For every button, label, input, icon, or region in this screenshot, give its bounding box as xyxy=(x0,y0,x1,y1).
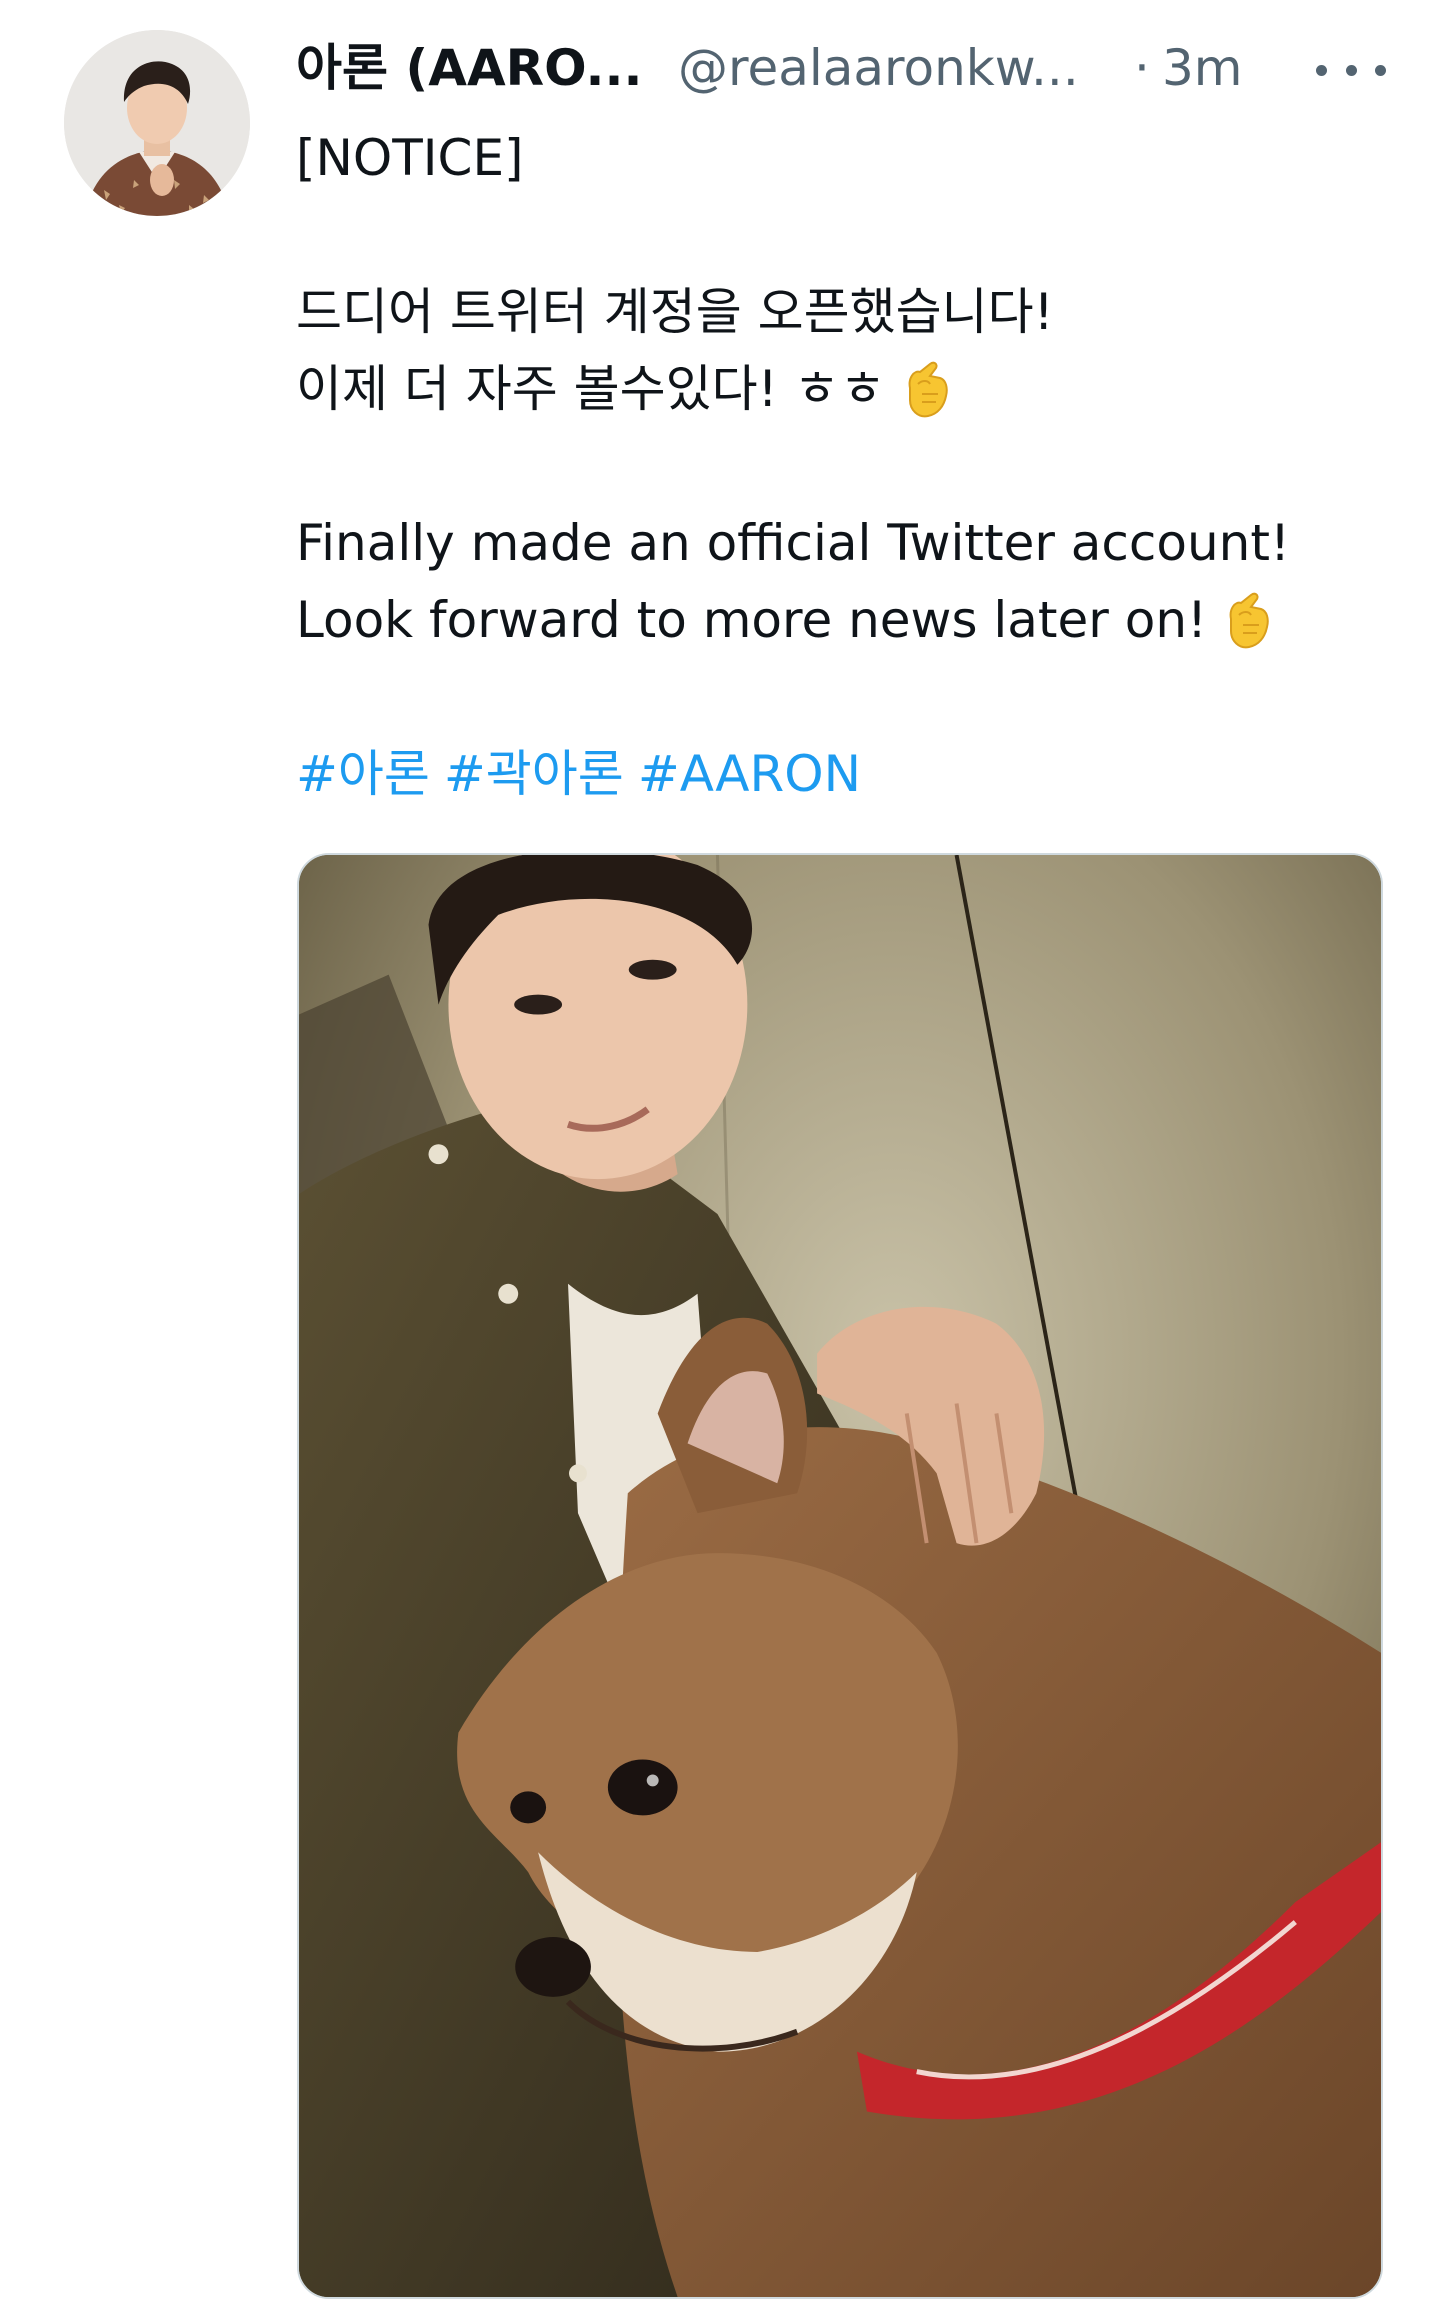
tweet-header: 아론 (AARO... @realaaronkw... · 3m xyxy=(296,30,1396,110)
hashtag-link[interactable]: #AARON xyxy=(638,745,861,803)
more-dot xyxy=(1375,64,1386,76)
text-line-with-emoji: Look forward to more news later on! xyxy=(296,582,1396,659)
hashtag-list: #아론 #곽아론 #AARON xyxy=(296,736,1396,813)
text-line: 드디어 트위터 계정을 오픈했습니다! xyxy=(296,283,1054,341)
text-spacer xyxy=(296,428,1396,505)
more-dot xyxy=(1345,64,1357,76)
text-spacer xyxy=(296,197,1396,274)
more-dot xyxy=(1316,64,1327,76)
text-line-with-emoji: 이제 더 자주 볼수있다! ㅎㅎ xyxy=(296,351,1396,428)
text-spacer xyxy=(296,659,1396,736)
hashtag-link[interactable]: #아론 xyxy=(296,745,430,803)
text-line: 이제 더 자주 볼수있다! ㅎㅎ xyxy=(296,360,886,418)
meta-separator: · xyxy=(1134,39,1150,97)
tweet-timestamp[interactable]: 3m xyxy=(1162,38,1243,98)
tweet-text: [NOTICE] 드디어 트위터 계정을 오픈했습니다! 이제 더 자주 볼수있… xyxy=(296,120,1396,813)
text-line: Look forward to more news later on! xyxy=(296,591,1208,649)
tweet: 아론 (AARO... @realaaronkw... · 3m [NOTICE… xyxy=(0,0,1440,2312)
more-options-icon[interactable] xyxy=(1316,50,1386,90)
finger-heart-emoji xyxy=(908,361,948,418)
author-handle[interactable]: @realaaronkw... xyxy=(678,38,1079,98)
author-display-name[interactable]: 아론 (AARO... xyxy=(296,38,643,98)
tweet-photo[interactable] xyxy=(297,853,1383,2299)
hashtag-link[interactable]: #곽아론 xyxy=(444,745,624,803)
text-line: Finally made an official Twitter account… xyxy=(296,514,1291,572)
finger-heart-emoji xyxy=(1229,592,1269,649)
text-line: [NOTICE] xyxy=(296,129,524,187)
author-avatar[interactable] xyxy=(64,30,250,216)
